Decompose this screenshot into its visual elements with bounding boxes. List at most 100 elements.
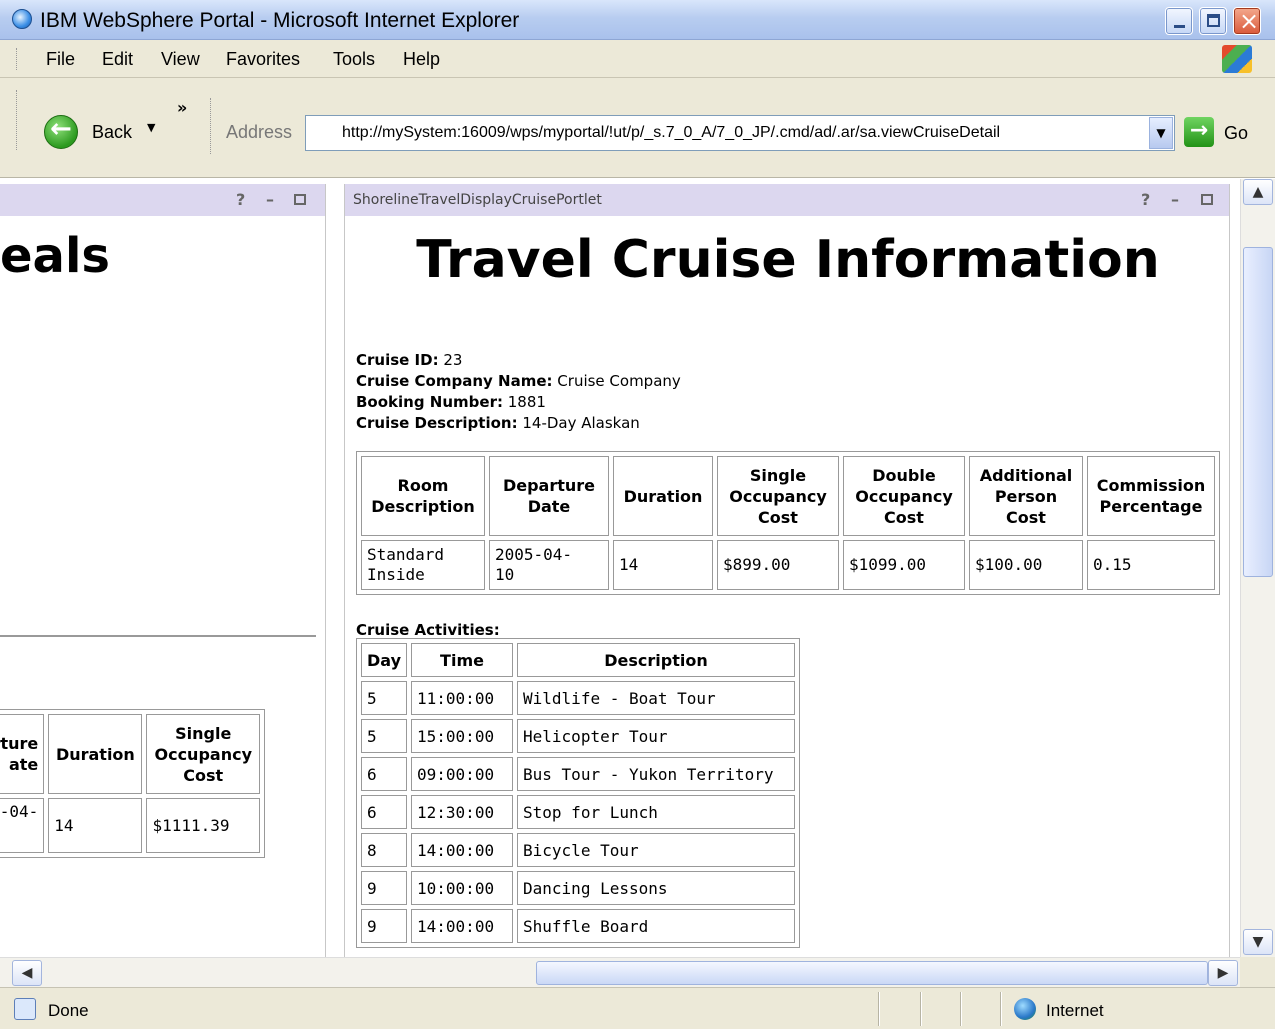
help-icon[interactable]: ? bbox=[1141, 190, 1150, 209]
cruise-portlet-titlebar: ShorelineTravelDisplayCruisePortlet ? – bbox=[345, 184, 1229, 216]
close-button[interactable]: × bbox=[1233, 7, 1261, 35]
activity-day: 9 bbox=[361, 871, 408, 905]
activity-time: 09:00:00 bbox=[411, 757, 514, 791]
vertical-scroll-thumb[interactable] bbox=[1243, 247, 1273, 577]
detail-booking: Booking Number: 1881 bbox=[356, 393, 546, 411]
detail-description: Cruise Description: 14-Day Alaskan bbox=[356, 414, 640, 432]
horizontal-scrollbar[interactable]: ◀ ▶ bbox=[0, 957, 1240, 987]
menu-favorites[interactable]: Favorites bbox=[226, 49, 300, 70]
cell-single-occupancy: $899.00 bbox=[717, 540, 839, 590]
menu-file[interactable]: File bbox=[46, 49, 75, 70]
left-heading: eals bbox=[0, 228, 110, 284]
scroll-left-icon[interactable]: ◀ bbox=[12, 960, 42, 986]
activity-day: 8 bbox=[361, 833, 408, 867]
vertical-scrollbar[interactable]: ▲ ▼ bbox=[1240, 179, 1275, 957]
page-icon bbox=[14, 998, 36, 1020]
activity-row: 9 10:00:00 Dancing Lessons bbox=[361, 871, 796, 905]
detail-cruise-id: Cruise ID: 23 bbox=[356, 351, 463, 369]
address-field[interactable]: http://mySystem:16009/wps/myportal/!ut/p… bbox=[305, 115, 1175, 151]
scroll-right-icon[interactable]: ▶ bbox=[1208, 960, 1238, 986]
left-header-departure: arture ate bbox=[0, 714, 45, 794]
activity-description: Bicycle Tour bbox=[517, 833, 796, 867]
header-room-description: Room Description bbox=[361, 456, 485, 536]
header-commission: Commission Percentage bbox=[1087, 456, 1215, 536]
left-cost-table: arture ate Duration Single Occupancy Cos… bbox=[0, 709, 265, 858]
status-bar: Done Internet bbox=[0, 987, 1275, 1029]
left-maximize-icon[interactable] bbox=[294, 194, 306, 205]
minimize-icon[interactable]: – bbox=[1171, 190, 1179, 209]
back-dropdown-icon[interactable]: ▼ bbox=[147, 121, 155, 134]
maximize-icon[interactable] bbox=[1201, 194, 1213, 205]
detail-company: Cruise Company Name: Cruise Company bbox=[356, 372, 681, 390]
cell-commission: 0.15 bbox=[1087, 540, 1215, 590]
go-arrow-icon: → bbox=[1184, 117, 1214, 147]
activity-day: 5 bbox=[361, 681, 408, 715]
activity-description: Shuffle Board bbox=[517, 909, 796, 943]
activity-time: 14:00:00 bbox=[411, 909, 514, 943]
left-cell-duration: 14 bbox=[48, 798, 143, 853]
cell-departure-date: 2005-04- 10 bbox=[489, 540, 609, 590]
status-text: Done bbox=[48, 1001, 89, 1020]
activity-row: 9 14:00:00 Shuffle Board bbox=[361, 909, 796, 943]
portlet-title: ShorelineTravelDisplayCruisePortlet bbox=[353, 192, 602, 208]
maximize-button[interactable] bbox=[1199, 7, 1227, 35]
activity-time: 14:00:00 bbox=[411, 833, 514, 867]
header-departure-date: Departure Date bbox=[489, 456, 609, 536]
menu-tools[interactable]: Tools bbox=[333, 49, 375, 70]
status-divider bbox=[920, 992, 922, 1026]
cell-duration: 14 bbox=[613, 540, 713, 590]
ie-app-icon bbox=[12, 9, 32, 29]
back-button[interactable]: ← Back ▼ bbox=[44, 113, 164, 151]
cell-room-description: Standard Inside bbox=[361, 540, 485, 590]
internet-zone-icon bbox=[1014, 998, 1036, 1020]
menu-edit[interactable]: Edit bbox=[102, 49, 133, 70]
activity-day: 5 bbox=[361, 719, 408, 753]
header-activity-description: Description bbox=[517, 643, 796, 677]
left-minimize-icon[interactable]: – bbox=[266, 190, 274, 209]
status-divider bbox=[960, 992, 962, 1026]
menu-view[interactable]: View bbox=[161, 49, 200, 70]
minimize-button[interactable] bbox=[1165, 7, 1193, 35]
horizontal-scroll-thumb[interactable] bbox=[536, 961, 1208, 985]
left-cell-departure: 5-04- bbox=[0, 798, 45, 853]
left-help-icon[interactable]: ? bbox=[236, 190, 245, 209]
address-dropdown-button[interactable]: ▼ bbox=[1149, 117, 1173, 149]
windows-logo-icon bbox=[1222, 45, 1252, 73]
status-divider bbox=[878, 992, 880, 1026]
go-button[interactable]: → Go bbox=[1184, 115, 1264, 151]
menu-bar: File Edit View Favorites Tools Help bbox=[0, 40, 1275, 78]
menu-grip bbox=[16, 48, 19, 70]
left-header-duration: Duration bbox=[48, 714, 143, 794]
activity-description: Helicopter Tour bbox=[517, 719, 796, 753]
page-title: Travel Cruise Information bbox=[416, 230, 1160, 290]
back-arrow-icon: ← bbox=[44, 114, 78, 149]
left-divider bbox=[0, 635, 316, 637]
cruise-details: Cruise ID: 23 Cruise Company Name: Cruis… bbox=[356, 350, 681, 434]
activity-day: 6 bbox=[361, 757, 408, 791]
menu-help[interactable]: Help bbox=[403, 49, 440, 70]
activity-time: 15:00:00 bbox=[411, 719, 514, 753]
back-label: Back bbox=[92, 122, 133, 142]
address-label: Address bbox=[226, 122, 293, 142]
activity-description: Bus Tour - Yukon Territory bbox=[517, 757, 796, 791]
left-portlet: ? – eals arture ate Duration Single Occu… bbox=[0, 184, 326, 957]
scroll-up-icon[interactable]: ▲ bbox=[1243, 179, 1273, 205]
scroll-down-icon[interactable]: ▼ bbox=[1243, 929, 1273, 955]
left-header-single: Single Occupancy Cost bbox=[146, 714, 260, 794]
address-value[interactable]: http://mySystem:16009/wps/myportal/!ut/p… bbox=[342, 124, 1142, 142]
toolbar-separator bbox=[210, 98, 213, 154]
page-viewport: ? – eals arture ate Duration Single Occu… bbox=[0, 179, 1240, 957]
cruise-info-table: Room Description Departure Date Duration… bbox=[356, 451, 1220, 595]
activity-time: 12:30:00 bbox=[411, 795, 514, 829]
toolbar: ← Back ▼ » Address http://mySystem:16009… bbox=[0, 78, 1275, 178]
security-zone-text: Internet bbox=[1046, 1001, 1104, 1020]
activity-description: Stop for Lunch bbox=[517, 795, 796, 829]
activity-time: 10:00:00 bbox=[411, 871, 514, 905]
status-divider bbox=[1000, 992, 1002, 1026]
activity-description: Wildlife - Boat Tour bbox=[517, 681, 796, 715]
toolbar-overflow-icon[interactable]: » bbox=[177, 98, 187, 117]
activity-day: 9 bbox=[361, 909, 408, 943]
activity-description: Dancing Lessons bbox=[517, 871, 796, 905]
toolbar-grip bbox=[16, 90, 19, 150]
header-single-occupancy: Single Occupancy Cost bbox=[717, 456, 839, 536]
